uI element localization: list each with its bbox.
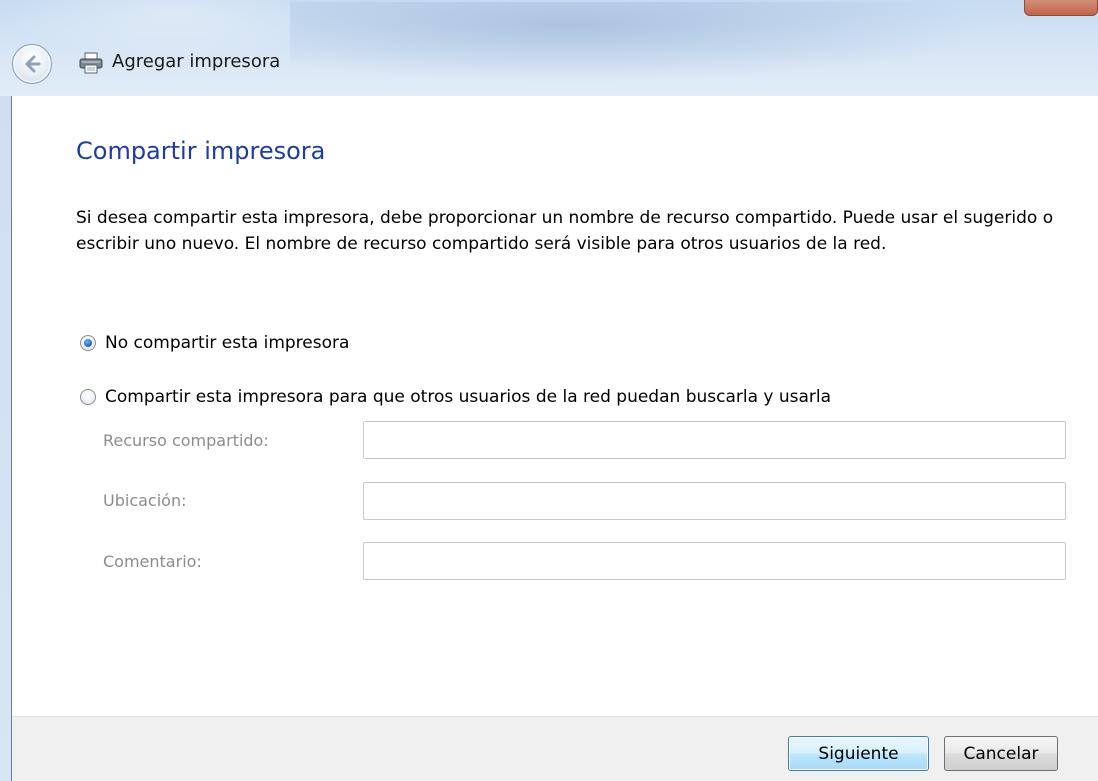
title-bar: Agregar impresora — [0, 0, 1098, 96]
add-printer-window: Agregar impresora Compartir impresora Si… — [0, 0, 1098, 781]
page-description: Si desea compartir esta impresora, debe … — [76, 208, 1054, 254]
no-share-option[interactable]: No compartir esta impresora — [80, 331, 349, 355]
cancel-button[interactable]: Cancelar — [944, 736, 1058, 771]
back-arrow-icon — [25, 55, 41, 73]
background-blur — [290, 2, 990, 82]
location-label: Ubicación: — [103, 491, 187, 510]
wizard-footer: Siguiente Cancelar — [12, 716, 1098, 781]
next-button[interactable]: Siguiente — [788, 736, 929, 771]
share-radio[interactable] — [80, 389, 96, 405]
comment-label: Comentario: — [103, 552, 202, 571]
no-share-label[interactable]: No compartir esta impresora — [105, 333, 349, 353]
back-button[interactable] — [12, 44, 52, 84]
share-name-input[interactable] — [363, 421, 1066, 459]
share-option[interactable]: Compartir esta impresora para que otros … — [80, 385, 831, 409]
share-label[interactable]: Compartir esta impresora para que otros … — [105, 387, 831, 407]
no-share-radio[interactable] — [80, 335, 96, 351]
wizard-content: Compartir impresora Si desea compartir e… — [12, 96, 1098, 716]
share-name-label: Recurso compartido: — [103, 431, 269, 450]
location-input[interactable] — [363, 482, 1066, 520]
window-title: Agregar impresora — [112, 51, 281, 72]
printer-icon — [79, 52, 103, 74]
comment-input[interactable] — [363, 542, 1066, 580]
close-button[interactable] — [1024, 0, 1098, 16]
page-title: Compartir impresora — [76, 137, 326, 165]
